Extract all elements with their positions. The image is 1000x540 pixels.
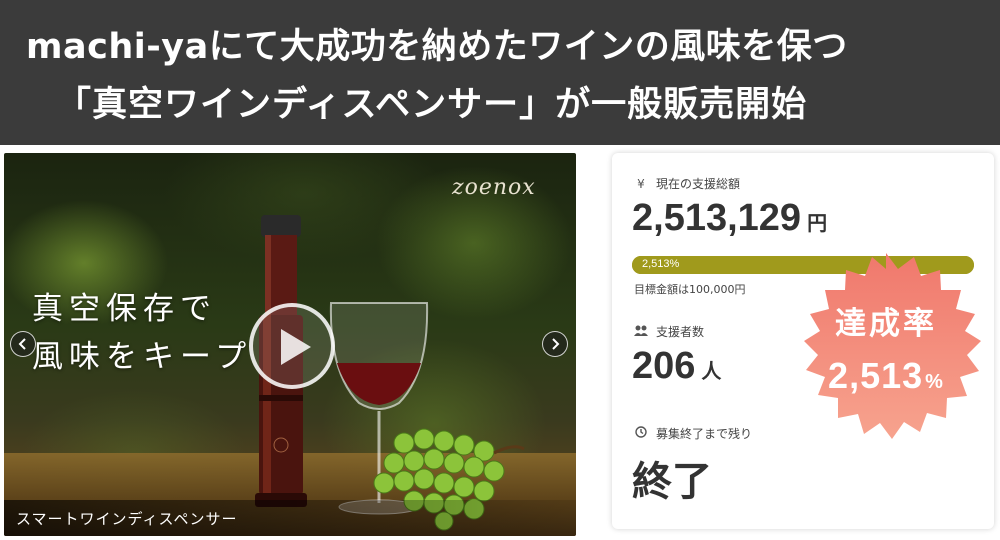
catchcopy-line-1: 真空保存で bbox=[32, 291, 217, 327]
achievement-rate-badge: 達成率 2,513% bbox=[790, 251, 982, 443]
remaining-time-label: 募集終了まで残り bbox=[634, 425, 752, 442]
headline-banner: machi-yaにて大成功を納めたワインの風味を保つ 「真空ワインディスペンサー… bbox=[0, 0, 1000, 145]
supporters-count-value: 206 bbox=[632, 345, 696, 387]
next-slide-button[interactable] bbox=[542, 331, 568, 357]
previous-slide-button[interactable] bbox=[10, 331, 36, 357]
remaining-time-value: 終了 bbox=[632, 460, 712, 504]
funding-goal: 目標金額は100,000円 bbox=[634, 283, 746, 296]
media-caption: スマートワインディスペンサー bbox=[4, 500, 576, 536]
badge-value-number: 2,513 bbox=[828, 354, 924, 396]
supporters-count: 206 人 bbox=[632, 345, 721, 388]
play-icon bbox=[281, 329, 311, 365]
total-funding-label: ¥ 現在の支援総額 bbox=[634, 175, 740, 192]
badge-value: 2,513% bbox=[828, 355, 944, 397]
yen-icon: ¥ bbox=[637, 176, 645, 191]
headline-line-2: 「真空ワインディスペンサー」が一般販売開始 bbox=[56, 85, 808, 125]
total-funding-unit: 円 bbox=[807, 213, 828, 235]
funding-progress-text: 2,513% bbox=[642, 258, 680, 270]
supporters-label: 支援者数 bbox=[634, 323, 704, 340]
badge-value-unit: % bbox=[925, 370, 944, 393]
total-funding-value: 2,513,129 bbox=[632, 197, 802, 239]
total-funding-amount: 2,513,129 円 bbox=[632, 197, 827, 240]
chevron-left-icon bbox=[18, 338, 26, 350]
project-video[interactable]: zoenox 真空保存で 風味をキープ スマートワインディスペンサー bbox=[4, 153, 576, 536]
play-button[interactable] bbox=[249, 303, 335, 389]
chevron-right-icon bbox=[552, 338, 560, 350]
catchcopy-line-2: 風味をキープ bbox=[32, 339, 253, 375]
badge-title: 達成率 bbox=[835, 305, 937, 342]
headline-line-1: machi-yaにて大成功を納めたワインの風味を保つ bbox=[26, 27, 848, 67]
clock-icon bbox=[634, 426, 648, 441]
supporters-count-unit: 人 bbox=[701, 361, 722, 383]
total-funding-label-text: 現在の支援総額 bbox=[656, 177, 741, 191]
users-icon bbox=[634, 325, 648, 339]
brand-logo: zoenox bbox=[452, 175, 536, 200]
supporters-label-text: 支援者数 bbox=[656, 325, 705, 339]
remaining-time-label-text: 募集終了まで残り bbox=[656, 427, 753, 441]
badge-text: 達成率 2,513% bbox=[790, 251, 982, 443]
media-catchcopy: 真空保存で 風味をキープ bbox=[32, 285, 252, 381]
